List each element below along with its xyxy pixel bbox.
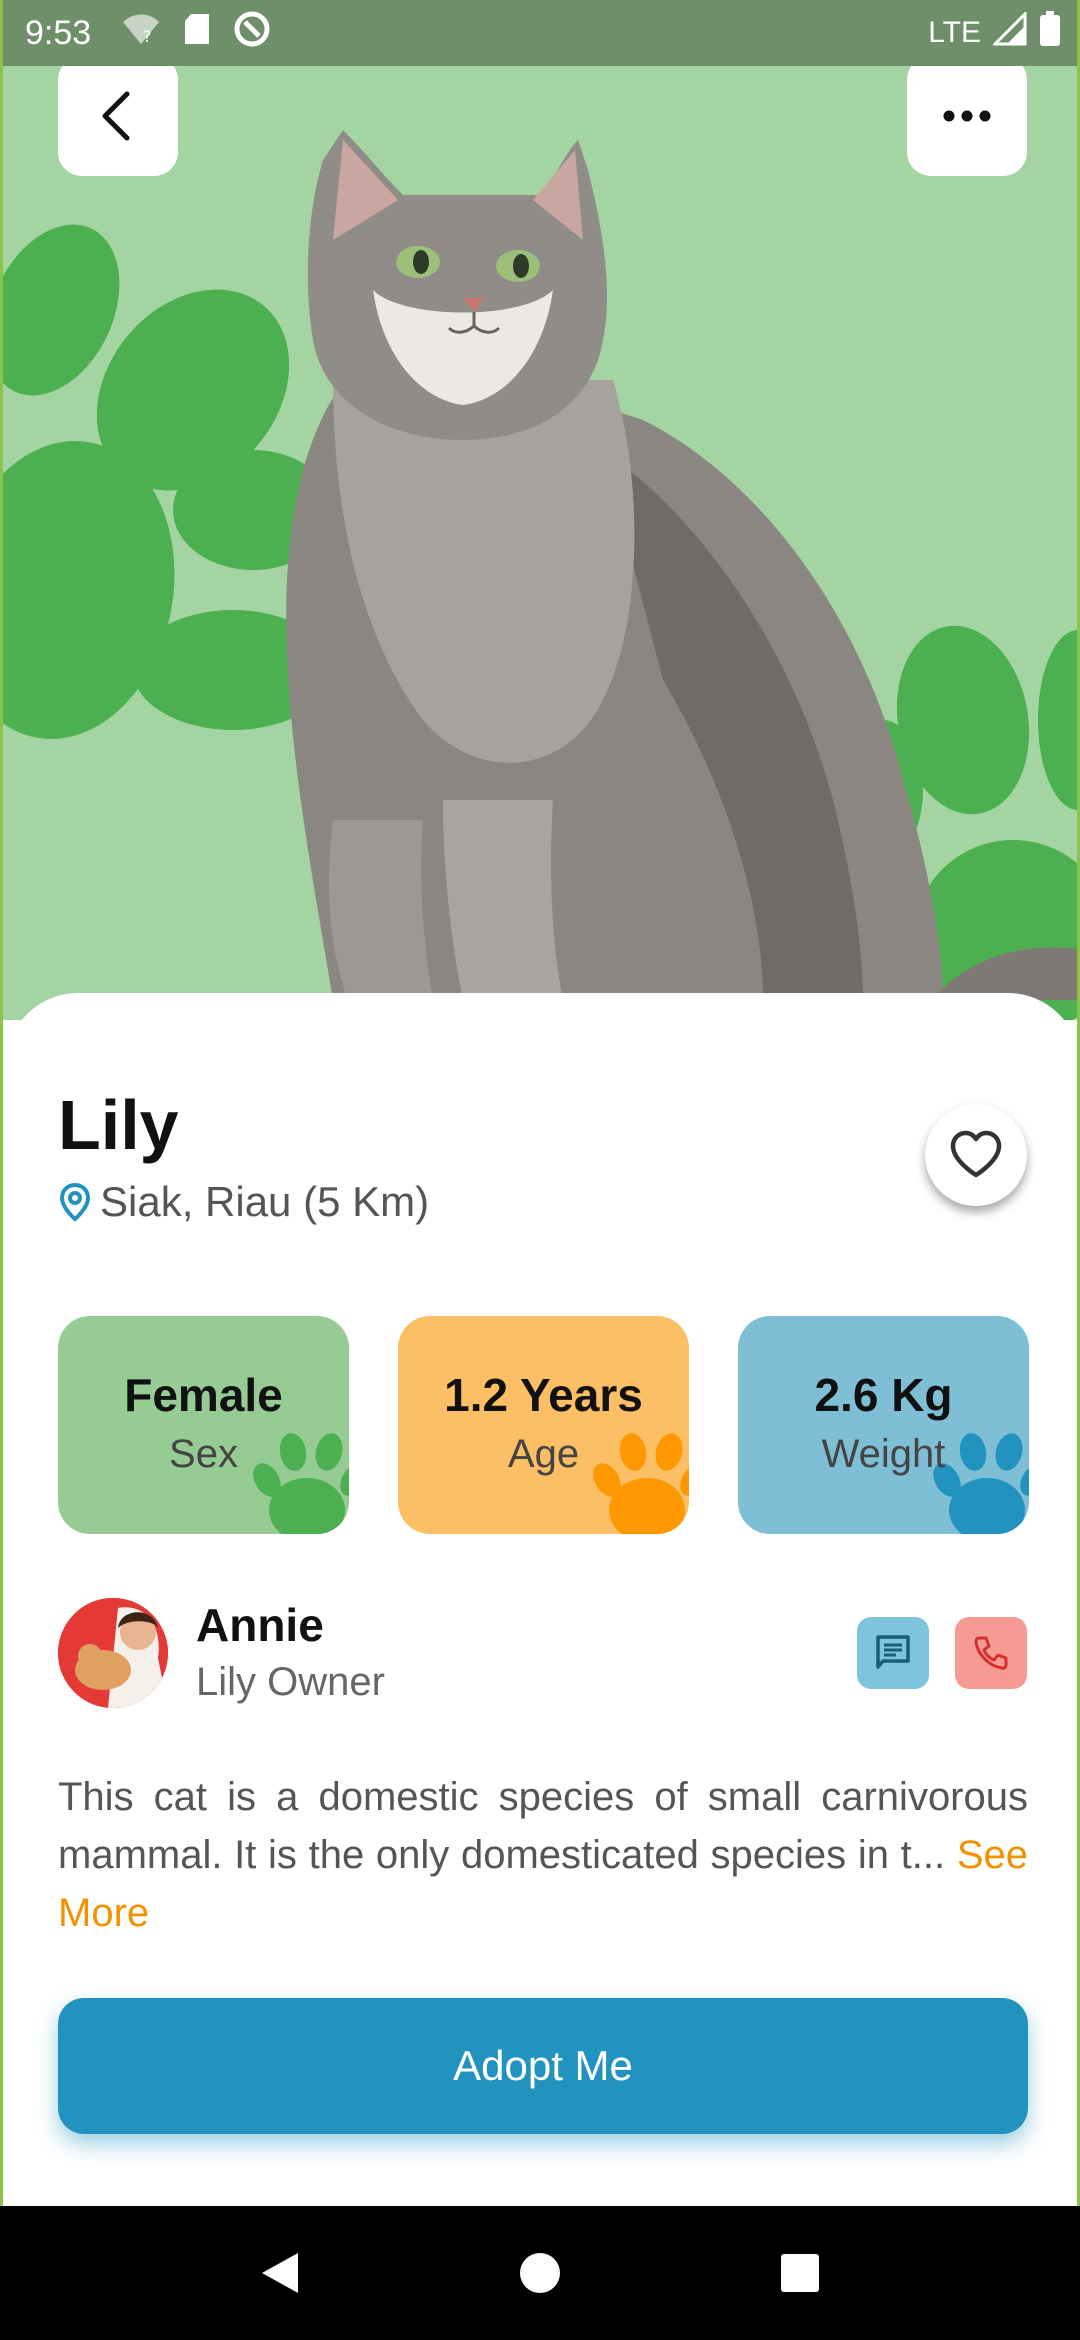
- network-type: LTE: [928, 16, 981, 49]
- stat-card-weight: 2.6 Kg Weight: [738, 1316, 1029, 1534]
- owner-name: Annie: [196, 1599, 324, 1651]
- adopt-button-label: Adopt Me: [453, 2042, 633, 2089]
- system-navigation-bar: [0, 2206, 1080, 2340]
- signal-icon: [991, 9, 1027, 55]
- stat-value: Female: [124, 1369, 283, 1421]
- circle-home-icon: [520, 2253, 560, 2293]
- stat-card-age: 1.2 Years Age: [398, 1316, 689, 1534]
- owner-avatar[interactable]: [58, 1598, 168, 1708]
- wifi-question-icon: ?: [121, 12, 161, 55]
- stat-label: Sex: [169, 1432, 238, 1476]
- more-horizontal-icon: [943, 110, 991, 122]
- description-text: This cat is a domestic species of small …: [58, 1775, 1028, 1877]
- location-text: Siak, Riau (5 Km): [100, 1178, 430, 1225]
- nav-back-button[interactable]: [245, 2238, 315, 2308]
- sync-circle-icon: [233, 10, 271, 57]
- stat-label: Weight: [821, 1432, 946, 1476]
- more-options-button[interactable]: [907, 56, 1027, 176]
- square-recents-icon: [781, 2254, 819, 2292]
- location-pin-icon: [59, 1182, 91, 1222]
- message-icon: [876, 1635, 910, 1669]
- stat-value: 2.6 Kg: [814, 1369, 953, 1421]
- nav-recents-button[interactable]: [765, 2238, 835, 2308]
- pet-description: This cat is a domestic species of small …: [58, 1768, 1028, 1942]
- chevron-left-icon: [102, 91, 130, 141]
- battery-icon: [1039, 10, 1061, 56]
- phone-icon: [974, 1636, 1008, 1670]
- owner-role: Lily Owner: [196, 1660, 385, 1704]
- nav-home-button[interactable]: [505, 2238, 575, 2308]
- owner-avatar-image: [58, 1598, 168, 1708]
- stat-value: 1.2 Years: [444, 1369, 643, 1421]
- stat-label: Age: [507, 1432, 580, 1476]
- stat-card-sex: Female Sex: [58, 1316, 349, 1534]
- back-button[interactable]: [58, 56, 178, 176]
- status-bar: 9:53 ? LTE: [3, 0, 1077, 66]
- chat-button[interactable]: [857, 1617, 929, 1689]
- svg-text:?: ?: [143, 27, 152, 46]
- call-button[interactable]: [955, 1617, 1027, 1689]
- favorite-button[interactable]: [925, 1104, 1027, 1206]
- sd-card-icon: [183, 12, 211, 55]
- triangle-back-icon: [262, 2253, 298, 2293]
- adopt-button[interactable]: Adopt Me: [58, 1998, 1028, 2134]
- status-time: 9:53: [25, 13, 92, 52]
- pet-name: Lily: [58, 1086, 179, 1164]
- app-screen: 9:53 ? LTE Lily Siak, Riau (5 Km) Female…: [0, 0, 1080, 2206]
- heart-outline-icon: [950, 1130, 1002, 1178]
- pet-location: Siak, Riau (5 Km): [58, 1178, 429, 1226]
